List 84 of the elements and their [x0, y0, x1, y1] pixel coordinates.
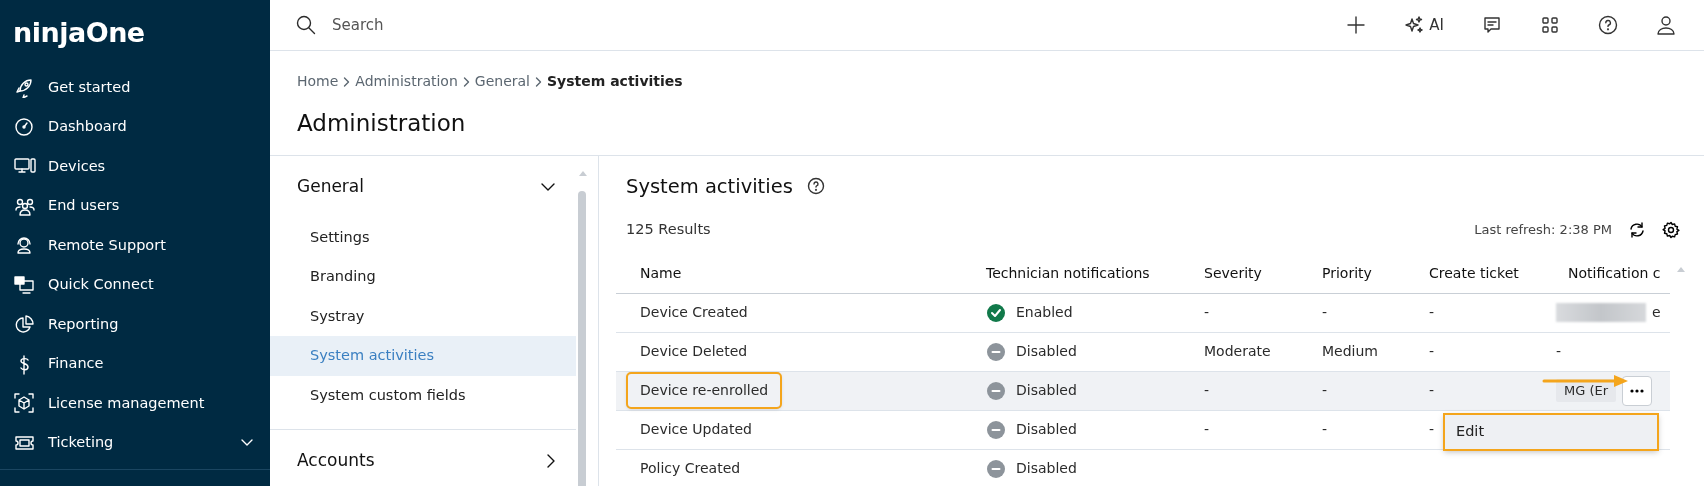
- more-button[interactable]: [1622, 375, 1653, 406]
- highlighted-name-cell: Device re-enrolled: [628, 374, 781, 408]
- status-text: Disabled: [1016, 381, 1077, 401]
- sidebar-item[interactable]: Remote Support: [0, 226, 270, 266]
- table-cell-text: -: [1428, 303, 1435, 323]
- chat-icon: [1482, 15, 1502, 35]
- help-icon: [1598, 15, 1618, 35]
- chevron-right-icon: [462, 76, 470, 87]
- plus-icon: [1346, 15, 1367, 35]
- breadcrumb-current: System activities: [547, 72, 683, 91]
- table-cell-text: -: [1428, 420, 1435, 440]
- breadcrumb-link[interactable]: General: [474, 71, 530, 92]
- section-title[interactable]: Accounts: [297, 448, 375, 474]
- subnav-item[interactable]: System activities: [270, 336, 576, 376]
- sidebar-item[interactable]: Devices: [0, 147, 270, 187]
- status-text: Disabled: [1016, 420, 1077, 440]
- subnav-item[interactable]: Branding: [270, 257, 576, 297]
- sidebar-item[interactable]: Ticketing: [0, 423, 270, 463]
- table-cell-text: Policy Created: [639, 459, 741, 479]
- breadcrumb-link[interactable]: Home: [297, 71, 339, 92]
- table-row[interactable]: Device Created Enabled - - - e: [616, 293, 1670, 333]
- section-title[interactable]: General: [297, 173, 364, 200]
- column-header[interactable]: Create ticket: [1417, 262, 1519, 284]
- sidebar-item[interactable]: Quick Connect: [0, 265, 270, 305]
- status-text: Disabled: [1016, 459, 1077, 479]
- table-cell-text: -: [1321, 381, 1328, 401]
- sidebar-item[interactable]: Dashboard: [0, 107, 270, 147]
- user-icon: [1656, 15, 1676, 35]
- sparkle-icon: [1404, 15, 1425, 35]
- sidebar-item[interactable]: End users: [0, 186, 270, 226]
- settings-button[interactable]: [1662, 220, 1680, 239]
- column-header[interactable]: Technician notifications: [974, 262, 1150, 284]
- help-icon: [806, 177, 825, 196]
- table-cell-text: -: [1428, 342, 1435, 362]
- ai-button[interactable]: AI: [1400, 9, 1448, 41]
- status-text: Disabled: [1016, 342, 1077, 362]
- gear-icon: [1662, 220, 1680, 239]
- menu-item[interactable]: Edit: [1444, 414, 1658, 450]
- table-cell-text: -: [1556, 342, 1562, 362]
- table-row[interactable]: Device re-enrolled Disabled - - - MG (Er: [616, 371, 1670, 411]
- table-cell-text: e: [1652, 303, 1661, 323]
- table-cell-text: -: [1203, 381, 1210, 401]
- logo[interactable]: ninjaOne: [0, 6, 158, 60]
- chart-pie-icon: [14, 314, 36, 336]
- column-header[interactable]: Name: [628, 262, 682, 284]
- refresh-icon: [1628, 220, 1646, 239]
- sidebar-item[interactable]: Reporting: [0, 305, 270, 345]
- table-row[interactable]: Device Deleted Disabled Moderate Medium - -: [616, 332, 1670, 372]
- column-header[interactable]: Severity: [1192, 262, 1262, 284]
- table-cell-text: -: [1203, 303, 1210, 323]
- table-cell-text: -: [1203, 420, 1210, 440]
- breadcrumb-link[interactable]: Administration: [355, 71, 458, 92]
- chevron-right-icon: [343, 76, 351, 87]
- scroll-up-icon: [1676, 265, 1686, 273]
- table-cell-text: -: [1428, 381, 1435, 401]
- subnav-item[interactable]: System custom fields: [270, 375, 576, 416]
- results-count: 125 Results: [626, 219, 711, 239]
- sidebar-item[interactable]: License management: [0, 384, 270, 424]
- more-icon: [1630, 388, 1645, 393]
- screens-icon: [14, 274, 36, 296]
- sidebar-item[interactable]: Get started: [0, 68, 270, 108]
- page-title: Administration: [296, 109, 467, 138]
- search-icon: [296, 15, 316, 35]
- table-cell-text: -: [1321, 303, 1328, 323]
- column-header[interactable]: Priority: [1310, 262, 1372, 284]
- box-icon: [14, 393, 36, 415]
- grid-icon: [1540, 15, 1560, 35]
- sidebar-item[interactable]: Finance: [0, 344, 270, 384]
- panel-title: System activities: [626, 173, 793, 200]
- last-refresh: Last refresh: 2:38 PM: [1474, 220, 1612, 239]
- chevron-right-icon: [535, 76, 542, 87]
- column-header[interactable]: Notification c: [1556, 262, 1661, 284]
- table-cell-text: Medium: [1321, 342, 1378, 362]
- gauge-icon: [14, 116, 36, 138]
- status-text: Enabled: [1016, 303, 1073, 323]
- subnav-item[interactable]: Settings: [270, 217, 576, 258]
- table-cell-text: Device Created: [639, 303, 748, 323]
- refresh-button[interactable]: [1628, 220, 1646, 239]
- search-field[interactable]: Search: [330, 12, 1329, 38]
- table-cell-text: Moderate: [1203, 342, 1271, 362]
- subnav-item[interactable]: Systray: [270, 296, 576, 337]
- table-cell-text: Device Deleted: [639, 342, 748, 362]
- table-cell-text: Device Updated: [639, 420, 752, 440]
- table-cell-text: -: [1321, 420, 1328, 440]
